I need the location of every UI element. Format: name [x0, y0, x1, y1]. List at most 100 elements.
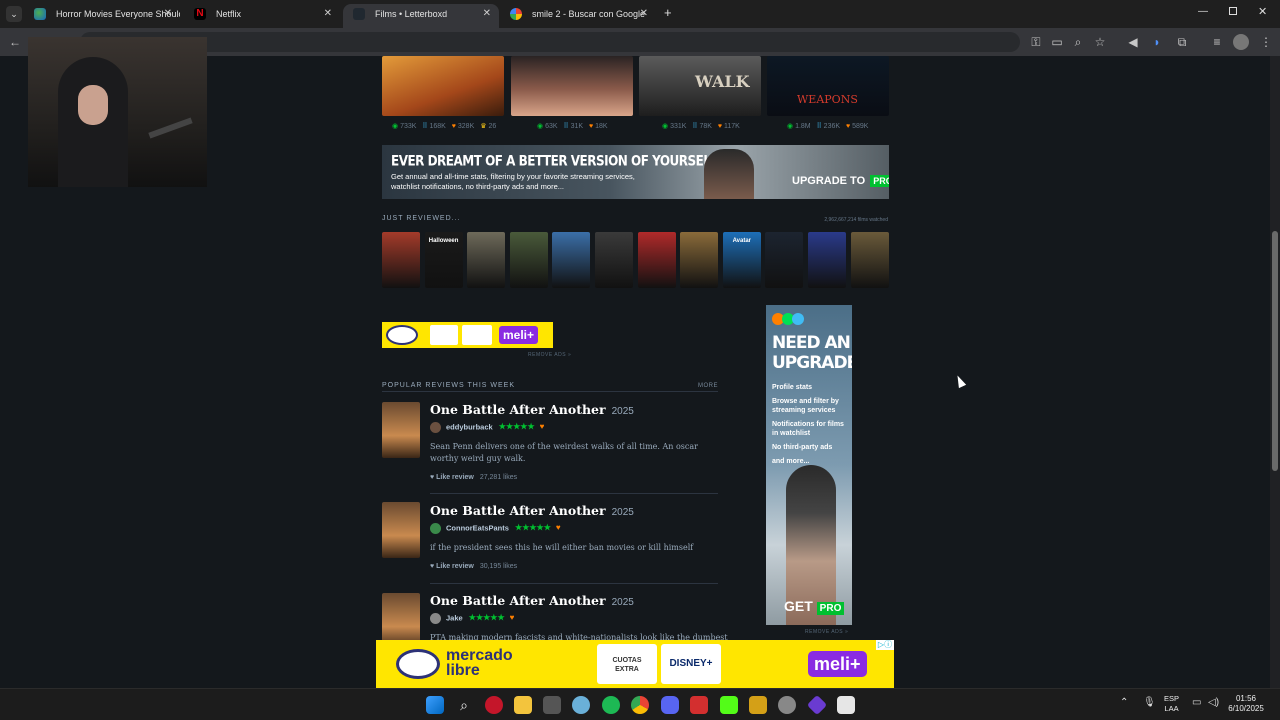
store-icon[interactable] — [543, 696, 561, 714]
close-tab-icon[interactable]: ✕ — [640, 4, 648, 24]
poster-title-text: WEAPONS — [797, 93, 858, 106]
avatar — [430, 613, 441, 624]
review-body: Sean Penn delivers one of the weirdest w… — [430, 442, 698, 463]
film-poster[interactable]: WALK — [639, 56, 761, 116]
mercado-libre-bottom-ad[interactable]: mercado libre CUOTAS EXTRA DISNEY+ meli+… — [376, 640, 894, 688]
audio-extension-icon[interactable]: ◗ — [1149, 34, 1165, 50]
film-poster[interactable] — [382, 56, 504, 116]
tile-text: EXTRA — [615, 666, 639, 673]
password-key-icon[interactable]: ⚿ — [1028, 34, 1044, 50]
like-label: Like review — [436, 563, 474, 570]
film-stats: ◉ 733K ⠿ 168K ♥ 328K ♛ 26 — [392, 123, 497, 130]
review-author[interactable]: ConnorEatsPants ★★★★★ ♥ — [430, 523, 561, 534]
windows-start-icon[interactable] — [426, 696, 444, 714]
tab-netflix[interactable]: N Netflix ✕ — [184, 4, 340, 28]
cast-icon[interactable]: ▭ — [1049, 34, 1065, 50]
calendar-app-icon[interactable] — [690, 696, 708, 714]
just-reviewed-poster[interactable] — [765, 232, 804, 288]
just-reviewed-poster[interactable] — [467, 232, 506, 288]
app-window-icon[interactable] — [837, 696, 855, 714]
network-icon[interactable]: ▭ — [1192, 697, 1201, 708]
just-reviewed-poster[interactable] — [552, 232, 591, 288]
review-film-title[interactable]: One Battle After Another 2025 — [430, 402, 634, 417]
chrome-icon[interactable] — [631, 696, 649, 714]
just-reviewed-poster[interactable]: Halloween — [424, 232, 463, 288]
review-film-title[interactable]: One Battle After Another 2025 — [430, 593, 634, 608]
tab-letterboxd[interactable]: Films • Letterboxd ✕ — [343, 4, 499, 28]
like-count[interactable]: 30,195 likes — [480, 563, 517, 570]
app-yellow-icon[interactable] — [749, 696, 767, 714]
file-explorer-icon[interactable] — [514, 696, 532, 714]
just-reviewed-poster[interactable] — [509, 232, 548, 288]
app-red-icon[interactable] — [485, 696, 503, 714]
like-count[interactable]: 27,281 likes — [480, 474, 517, 481]
bookmark-star-icon[interactable]: ☆ — [1092, 34, 1108, 50]
restore-button[interactable] — [1229, 7, 1237, 15]
extensions-icon[interactable]: ⧉ — [1174, 34, 1190, 50]
film-year: 2025 — [611, 597, 634, 608]
review-author[interactable]: eddyburback ★★★★★ ♥ — [430, 422, 544, 433]
discord-icon[interactable] — [661, 696, 679, 714]
app-gray-icon[interactable] — [778, 696, 796, 714]
scrollbar-thumb[interactable] — [1272, 231, 1278, 471]
app-globe-icon[interactable] — [572, 696, 590, 714]
media-volume-icon[interactable]: ◀ — [1125, 34, 1141, 50]
tab-horror-movies[interactable]: Horror Movies Everyone Shoulc ✕ — [24, 4, 180, 28]
blue-dot — [792, 313, 804, 325]
spotify-icon[interactable] — [602, 696, 620, 714]
remove-ads-link[interactable]: REMOVE ADS » — [528, 352, 571, 358]
need-upgrade-side-ad[interactable]: NEED AN UPGRADE? Profile stats Browse and… — [766, 305, 852, 625]
just-reviewed-poster[interactable] — [382, 232, 420, 288]
profile-avatar-icon[interactable] — [1233, 34, 1249, 50]
review-poster[interactable] — [382, 502, 420, 558]
page-scrollbar[interactable] — [1270, 56, 1280, 688]
app-purple-icon[interactable] — [806, 694, 828, 716]
microphone-icon[interactable]: 🎙 — [1143, 697, 1156, 708]
review-author[interactable]: Jake ★★★★★ ♥ — [430, 613, 514, 624]
side-remove-ads-link[interactable]: REMOVE ADS » — [805, 629, 848, 635]
review-poster[interactable] — [382, 402, 420, 458]
address-bar[interactable] — [80, 32, 1020, 52]
just-reviewed-poster[interactable] — [808, 232, 846, 288]
language-indicator[interactable]: ESP LAA — [1164, 694, 1179, 714]
just-reviewed-poster[interactable] — [637, 232, 676, 288]
close-tab-icon[interactable]: ✕ — [483, 4, 491, 24]
ad-choices-icon[interactable]: ▷ⓘ — [876, 640, 894, 650]
film-poster[interactable] — [511, 56, 633, 116]
letterboxd-dots-logo — [772, 313, 806, 325]
close-tab-icon[interactable]: ✕ — [164, 4, 172, 24]
review-divider — [430, 493, 718, 494]
globe-icon — [34, 8, 46, 20]
volume-icon[interactable]: ◁) — [1208, 697, 1219, 708]
review-film-title[interactable]: One Battle After Another 2025 — [430, 503, 634, 518]
side-ad-cta[interactable]: GET PRO — [784, 598, 845, 615]
new-tab-button[interactable]: + — [664, 6, 672, 20]
close-tab-icon[interactable]: ✕ — [324, 4, 332, 24]
zoom-icon[interactable]: ⌕ — [1070, 34, 1086, 50]
lang-line-2: LAA — [1164, 704, 1179, 713]
close-window-button[interactable]: ✕ — [1258, 5, 1267, 18]
rating-stars: ★★★★★ — [498, 422, 535, 432]
mercado-libre-small-ad[interactable]: meli+ — [382, 322, 553, 348]
clock[interactable]: 01:56 6/10/2025 — [1226, 694, 1266, 714]
pro-upgrade-banner[interactable]: EVER DREAMT OF A BETTER VERSION OF YOURS… — [382, 145, 889, 199]
just-reviewed-poster[interactable] — [850, 232, 889, 288]
banner-cta[interactable]: UPGRADE TO PRO — [792, 175, 889, 187]
just-reviewed-poster[interactable] — [680, 232, 719, 288]
just-reviewed-poster[interactable] — [595, 232, 633, 288]
kick-icon[interactable] — [720, 696, 738, 714]
tray-chevron-icon[interactable]: ⌃ — [1120, 697, 1128, 708]
reading-list-icon[interactable]: ≡ — [1209, 34, 1225, 50]
tab-google-search[interactable]: smile 2 - Buscar con Google ✕ — [500, 4, 656, 28]
menu-dots-icon[interactable]: ⋮ — [1258, 34, 1274, 50]
just-reviewed-poster[interactable]: Avatar — [722, 232, 761, 288]
like-review-button[interactable]: ♥ Like review — [430, 474, 474, 481]
tab-list-button[interactable]: ⌄ — [6, 6, 22, 22]
more-link[interactable]: MORE — [698, 383, 718, 389]
minimize-button[interactable]: — — [1198, 6, 1208, 17]
lang-line-1: ESP — [1164, 694, 1180, 703]
like-review-button[interactable]: ♥ Like review — [430, 563, 474, 570]
film-poster[interactable]: WEAPONS — [767, 56, 889, 116]
back-icon[interactable]: ← — [7, 34, 23, 50]
search-icon[interactable]: ⌕ — [455, 696, 473, 714]
